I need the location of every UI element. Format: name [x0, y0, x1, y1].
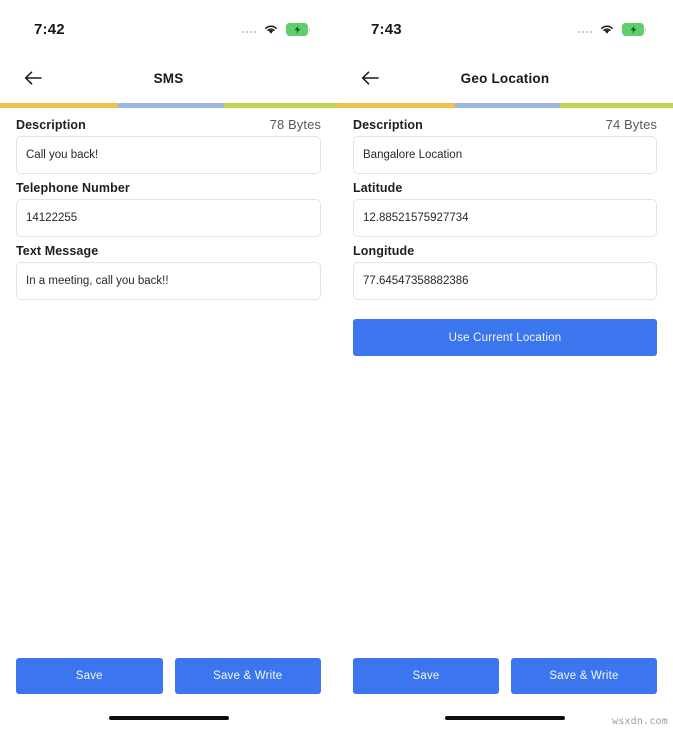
progress-color-bar — [0, 103, 337, 108]
description-input[interactable]: Call you back! — [16, 136, 321, 174]
description-input[interactable]: Bangalore Location — [353, 136, 657, 174]
status-bar: 7:43 — [337, 0, 673, 58]
text-message-input[interactable]: In a meeting, call you back!! — [16, 262, 321, 300]
longitude-label: Longitude — [353, 244, 415, 258]
back-button[interactable] — [20, 65, 46, 91]
bottom-action-bar: Save Save & Write — [0, 658, 337, 694]
progress-segment-yellow — [337, 103, 455, 108]
watermark: wsxdn.com — [612, 716, 668, 727]
progress-color-bar — [337, 103, 673, 108]
save-and-write-button[interactable]: Save & Write — [511, 658, 657, 694]
longitude-field: Longitude 77.64547358882386 — [353, 244, 657, 300]
signal-dots-icon — [577, 25, 592, 33]
latitude-input[interactable]: 12.88521575927734 — [353, 199, 657, 237]
progress-segment-yellow — [0, 103, 118, 108]
use-current-location-wrap: Use Current Location — [353, 319, 657, 356]
nav-bar: Geo Location — [337, 58, 673, 98]
status-icons — [241, 22, 312, 36]
bottom-action-bar: Save Save & Write — [337, 658, 673, 694]
back-button[interactable] — [357, 65, 383, 91]
status-icons — [577, 22, 648, 36]
progress-segment-green — [224, 103, 337, 108]
description-label: Description — [353, 118, 423, 132]
byte-count: 74 Bytes — [605, 117, 657, 132]
text-message-label: Text Message — [16, 244, 99, 258]
telephone-label: Telephone Number — [16, 181, 130, 195]
telephone-input[interactable]: 14122255 — [16, 199, 321, 237]
description-field-header: Description 74 Bytes — [353, 117, 657, 136]
description-field-header: Description 78 Bytes — [16, 117, 321, 136]
save-button[interactable]: Save — [353, 658, 499, 694]
latitude-label: Latitude — [353, 181, 403, 195]
longitude-input[interactable]: 77.64547358882386 — [353, 262, 657, 300]
page-title: Geo Location — [460, 70, 550, 86]
progress-segment-green — [560, 103, 673, 108]
sms-form: Description 78 Bytes Call you back! Tele… — [0, 108, 337, 300]
dual-screen-comparison: 7:42 SMS Description 78 Bytes Call you b… — [0, 0, 673, 733]
page-title: SMS — [153, 70, 184, 86]
description-label: Description — [16, 118, 86, 132]
battery-charging-icon — [286, 22, 311, 36]
status-bar: 7:42 — [0, 0, 337, 58]
screen-geo-location: 7:43 Geo Location Description 74 Bytes B… — [337, 0, 673, 733]
nav-bar: SMS — [0, 58, 337, 98]
text-message-field: Text Message In a meeting, call you back… — [16, 244, 321, 300]
use-current-location-button[interactable]: Use Current Location — [353, 319, 657, 356]
status-time: 7:43 — [371, 20, 402, 38]
progress-segment-blue — [454, 103, 561, 108]
home-indicator — [445, 716, 565, 720]
arrow-left-icon — [361, 71, 379, 85]
save-and-write-button[interactable]: Save & Write — [174, 658, 321, 694]
progress-segment-blue — [117, 103, 225, 108]
signal-dots-icon — [241, 25, 256, 33]
wifi-icon — [599, 23, 615, 35]
arrow-left-icon — [24, 71, 42, 85]
wifi-icon — [263, 23, 279, 35]
home-indicator — [108, 716, 229, 720]
save-button[interactable]: Save — [16, 658, 163, 694]
byte-count: 78 Bytes — [269, 117, 321, 132]
telephone-field: Telephone Number 14122255 — [16, 181, 321, 237]
status-time: 7:42 — [34, 20, 65, 38]
battery-charging-icon — [622, 22, 647, 36]
geo-location-form: Description 74 Bytes Bangalore Location … — [337, 108, 673, 356]
screen-sms: 7:42 SMS Description 78 Bytes Call you b… — [0, 0, 337, 733]
latitude-field: Latitude 12.88521575927734 — [353, 181, 657, 237]
